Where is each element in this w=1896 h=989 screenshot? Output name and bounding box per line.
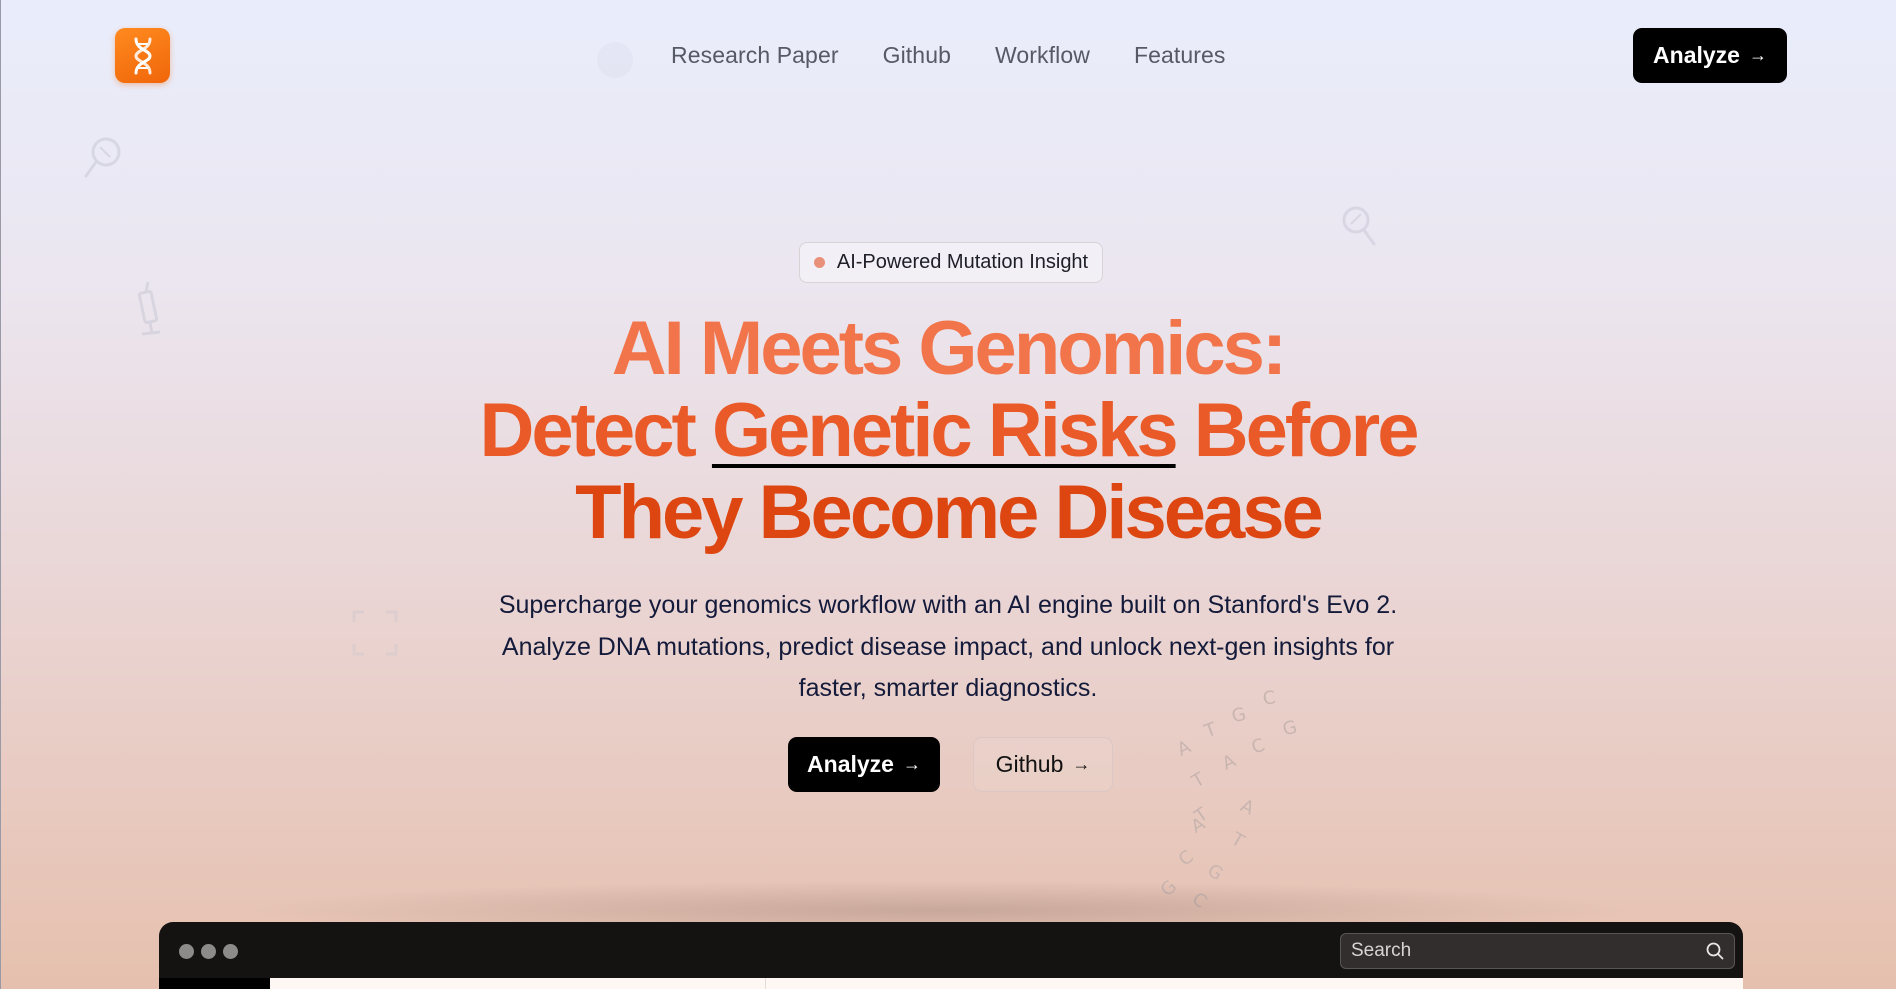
dna-letter: T <box>1201 718 1220 743</box>
page-edge <box>0 0 1 989</box>
dna-icon <box>133 37 152 74</box>
arrow-right-icon: → <box>902 754 921 774</box>
nav-link-github[interactable]: Github <box>883 40 951 70</box>
window-controls <box>179 944 238 959</box>
dna-letter: G <box>1280 716 1300 741</box>
nav-link-research-paper[interactable]: Research Paper <box>671 40 839 70</box>
arrow-right-icon: → <box>1748 45 1767 65</box>
dna-letter: C <box>1174 846 1198 871</box>
badge-text: AI-Powered Mutation Insight <box>836 251 1089 273</box>
dna-letter: C <box>1248 734 1268 759</box>
hero-subtitle: Supercharge your genomics workflow with … <box>498 591 1398 702</box>
dna-letter: A <box>1174 736 1195 761</box>
dna-letter: A <box>1237 795 1258 820</box>
hero-analyze-label: Analyze <box>807 751 894 777</box>
window-dot <box>223 944 238 959</box>
headline-line-2-post: Before <box>1175 388 1420 473</box>
focus-frame-icon <box>352 610 398 656</box>
window-dot <box>179 944 194 959</box>
pin-icon <box>1342 206 1376 246</box>
nav-links: Research Paper Github Workflow Features <box>671 40 1226 70</box>
hero-analyze-button[interactable]: Analyze → <box>788 737 940 792</box>
top-nav: Research Paper Github Workflow Features … <box>0 0 1896 110</box>
hero-headline: AI Meets Genomics: Detect Genetic Risks … <box>400 308 1496 554</box>
app-window-preview <box>159 922 1743 989</box>
search-input[interactable] <box>1351 940 1691 962</box>
window-content <box>159 978 1743 989</box>
window-main-panel <box>270 978 1743 989</box>
badge-dot-icon <box>813 257 825 268</box>
headline-underlined-phrase: Genetic Risks <box>711 388 1179 473</box>
hero-github-button[interactable]: Github → <box>973 737 1113 792</box>
dna-letter: T <box>1227 828 1248 853</box>
panel-divider <box>765 978 766 989</box>
feature-badge: AI-Powered Mutation Insight <box>799 242 1103 283</box>
window-search-box[interactable] <box>1340 933 1735 969</box>
window-dot <box>201 944 216 959</box>
arrow-right-icon: → <box>1072 754 1091 774</box>
dna-letter: T <box>1188 768 1209 793</box>
headline-line-1: AI Meets Genomics: <box>611 306 1287 391</box>
dna-letter: A <box>1219 750 1240 775</box>
syringe-icon <box>137 281 161 336</box>
nav-analyze-label: Analyze <box>1653 42 1740 68</box>
nav-link-workflow[interactable]: Workflow <box>995 40 1090 70</box>
nav-analyze-button[interactable]: Analyze → <box>1633 28 1787 83</box>
nav-link-features[interactable]: Features <box>1134 40 1226 70</box>
pin-icon <box>84 137 121 178</box>
headline-line-2: Detect Genetic Risks Before <box>400 390 1496 472</box>
window-sidebar <box>159 978 270 989</box>
hero-github-label: Github <box>995 751 1064 777</box>
headline-line-3: They Become Disease <box>575 470 1324 555</box>
headline-line-2-pre: Detect <box>479 388 712 473</box>
search-icon[interactable] <box>1706 942 1724 960</box>
dna-icon <box>597 42 633 78</box>
logo[interactable] <box>115 28 170 83</box>
